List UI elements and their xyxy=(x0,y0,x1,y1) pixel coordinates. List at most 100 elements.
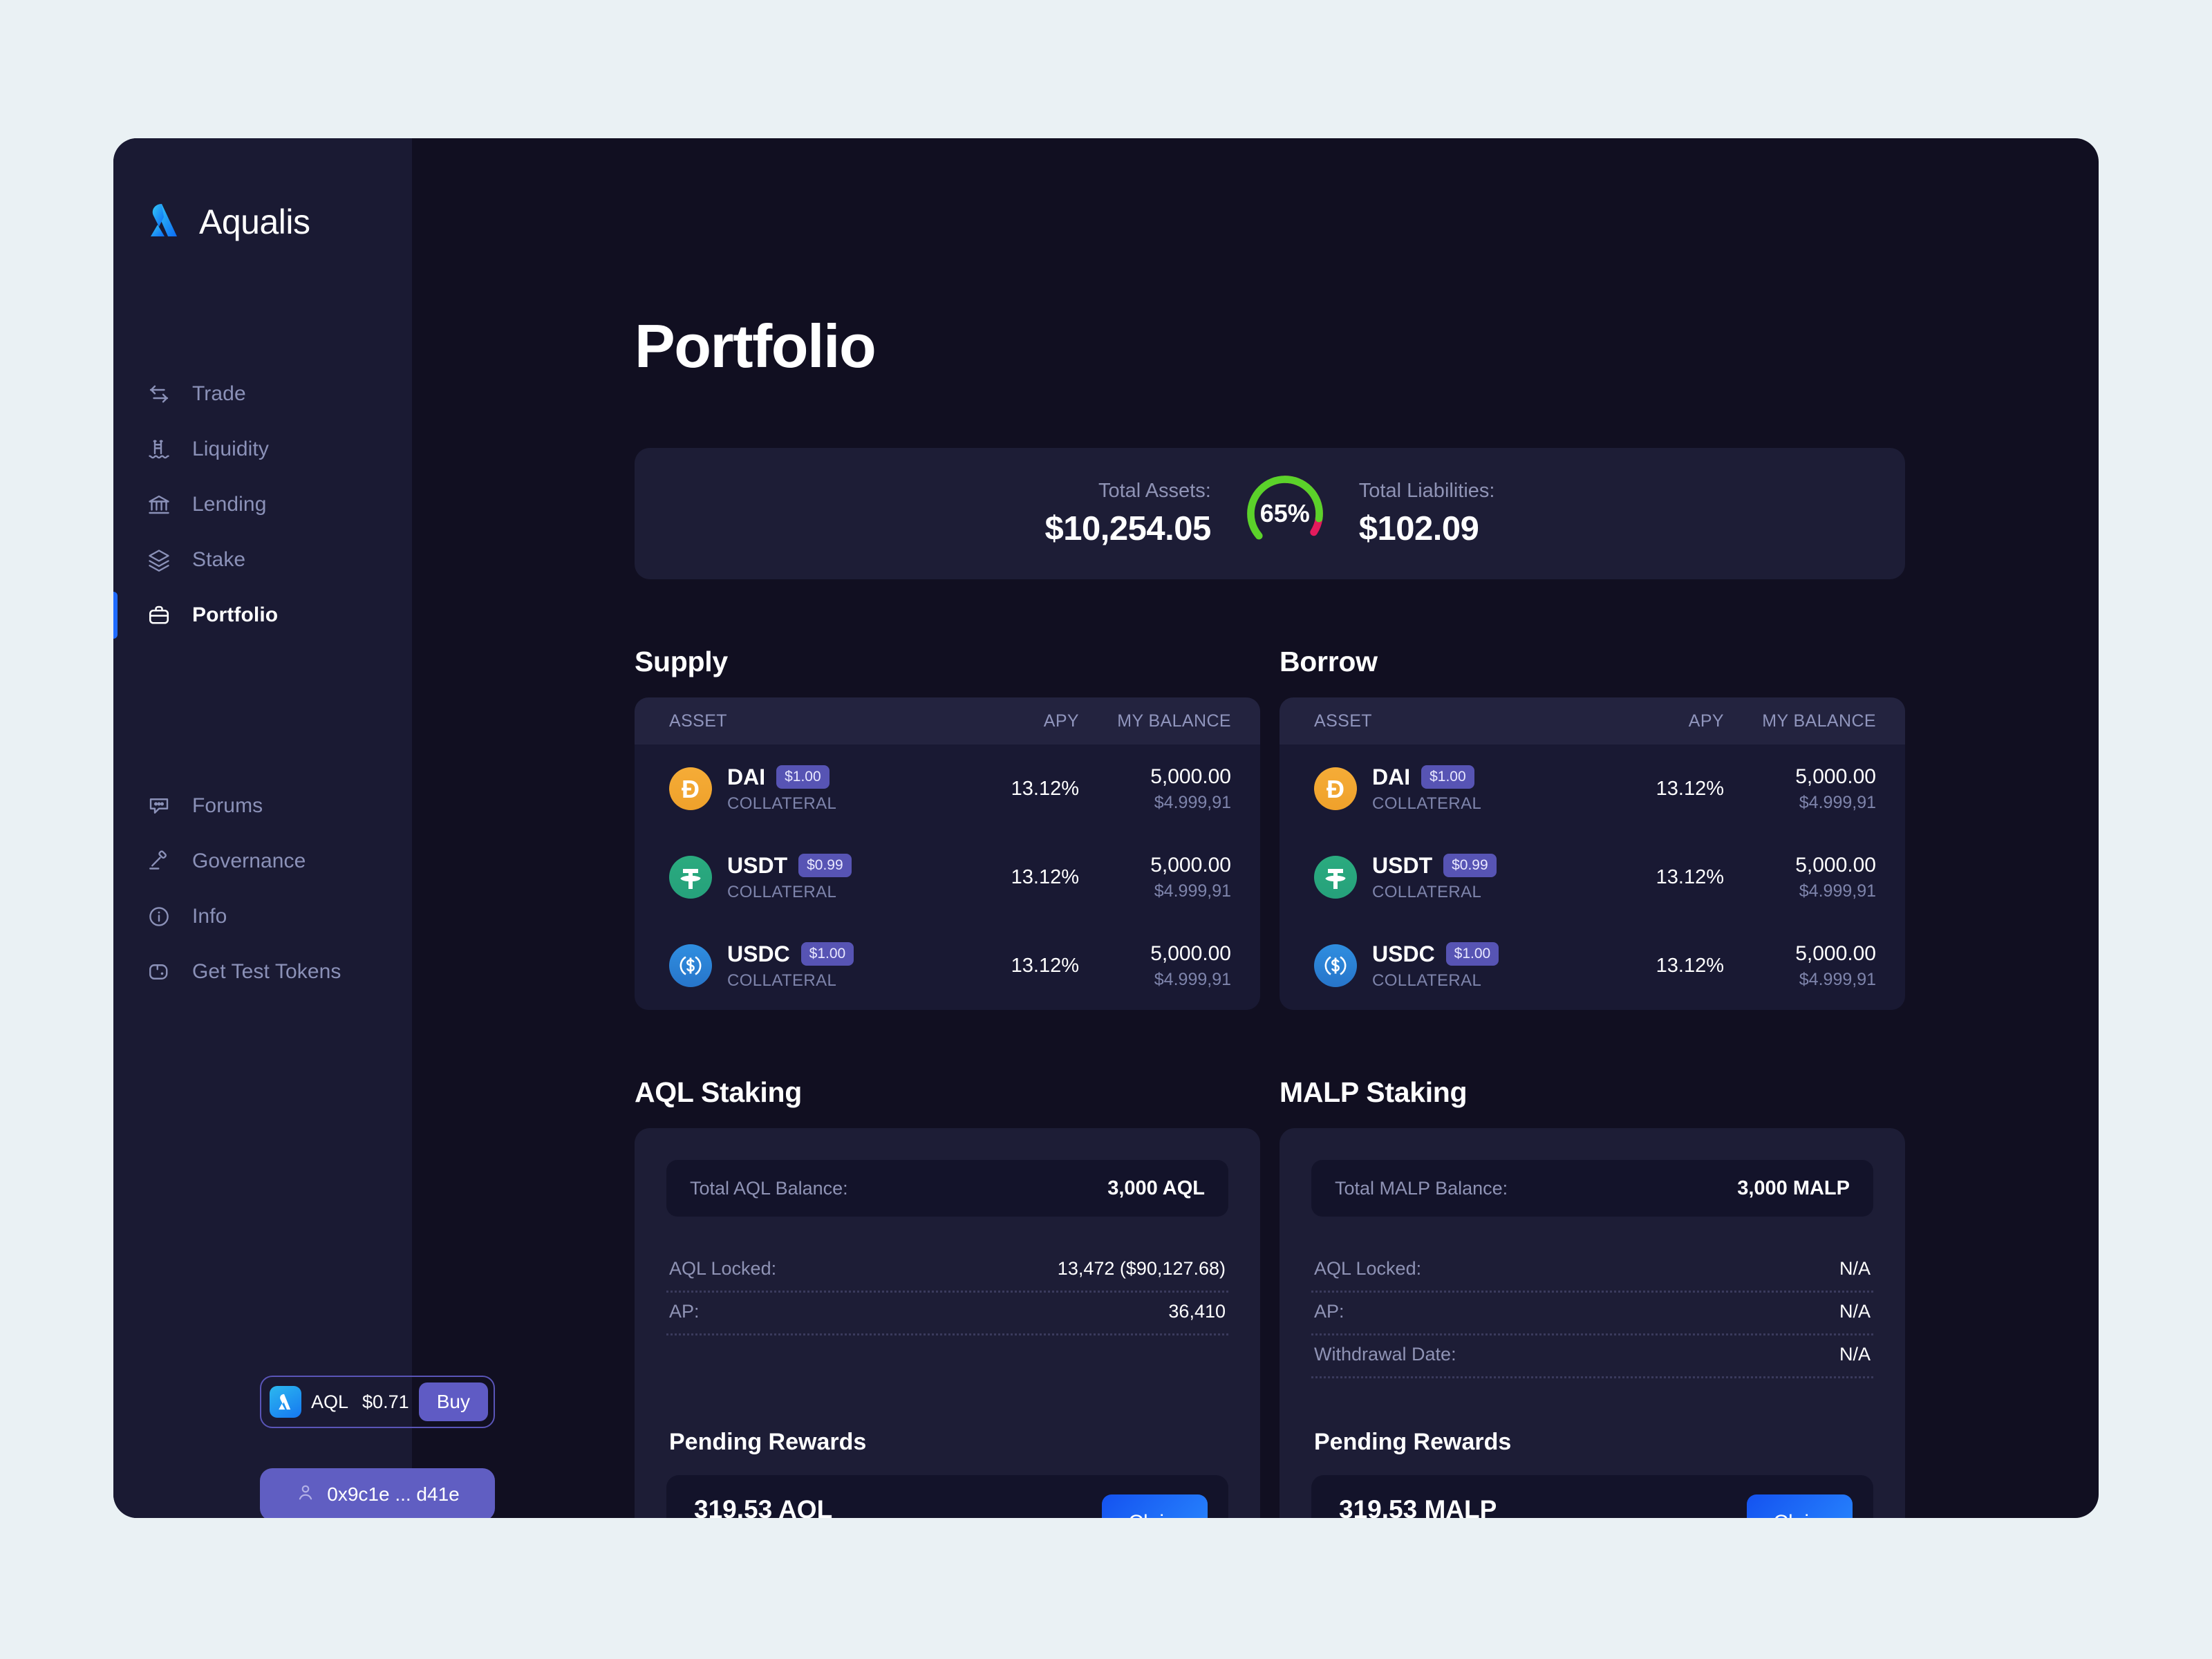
aql-claim-button[interactable]: Claim xyxy=(1102,1494,1208,1518)
total-assets-value: $10,254.05 xyxy=(1044,509,1212,547)
total-liabilities-block: Total Liabilities: $102.09 xyxy=(1359,480,1495,548)
asset-price-chip: $1.00 xyxy=(1421,765,1474,789)
malp-balance-value: 3,000 MALP xyxy=(1737,1177,1850,1199)
sidebar-item-lending[interactable]: Lending xyxy=(113,477,412,532)
sidebar-item-trade[interactable]: Trade xyxy=(113,366,412,422)
malp-reward-box: 319.53 MALP $1,000.25 Claim xyxy=(1311,1475,1873,1518)
sidebar-item-forums[interactable]: Forums xyxy=(113,778,412,834)
aql-reward-amount: 319.53 AQL xyxy=(694,1494,833,1519)
column-header-balance: MY BALANCE xyxy=(1117,711,1231,731)
asset-balance-usd: $4.999,91 xyxy=(1154,969,1231,989)
asset-balance-usd: $4.999,91 xyxy=(1799,881,1876,901)
sidebar-item-portfolio[interactable]: Portfolio xyxy=(113,588,412,643)
sidebar-item-info[interactable]: Info xyxy=(113,889,412,944)
row-value: 13,472 ($90,127.68) xyxy=(1057,1258,1226,1279)
sidebar-item-stake[interactable]: Stake xyxy=(113,532,412,588)
table-row[interactable]: Ð DAI $1.00 COLLATERAL 13.12% 5,000.00 $… xyxy=(635,744,1260,833)
svg-text:Ð: Ð xyxy=(682,775,700,803)
borrow-table: ASSET APY MY BALANCE Ð DAI $1.00 COLLATE… xyxy=(1280,697,1905,1010)
borrow-column: Borrow ASSET APY MY BALANCE Ð DAI $1.00 … xyxy=(1280,646,1905,1010)
sidebar-item-governance[interactable]: Governance xyxy=(113,834,412,889)
total-liabilities-label: Total Liabilities: xyxy=(1358,479,1495,502)
brand-logo[interactable]: Aqualis xyxy=(113,138,412,242)
asset-balance-cell: 5,000.00 $4.999,91 xyxy=(1724,854,1876,901)
chat-bubble-icon xyxy=(145,792,173,820)
sidebar-item-label: Governance xyxy=(192,850,306,872)
faucet-icon xyxy=(145,958,173,986)
sidebar-item-liquidity[interactable]: Liquidity xyxy=(113,422,412,477)
malp-ap-row: AP: N/A xyxy=(1311,1293,1873,1335)
primary-nav: Trade Liquidity Lending Stake Portfolio xyxy=(113,366,412,643)
malp-reward-amount: 319.53 MALP xyxy=(1339,1494,1497,1519)
dai-coin-icon: Ð xyxy=(669,767,712,810)
aql-staking-card: Total AQL Balance: 3,000 AQL AQL Locked:… xyxy=(635,1128,1260,1518)
asset-cell: Ð DAI $1.00 COLLATERAL xyxy=(1314,765,1586,814)
malp-claim-button[interactable]: Claim xyxy=(1747,1494,1853,1518)
asset-apy: 13.12% xyxy=(1656,865,1724,888)
row-label: AP: xyxy=(1314,1301,1344,1322)
row-value: N/A xyxy=(1839,1301,1871,1322)
column-header-balance: MY BALANCE xyxy=(1762,711,1876,731)
table-row[interactable]: USDT $0.99 COLLATERAL 13.12% 5,000.00 $4… xyxy=(1280,833,1905,921)
asset-price-chip: $1.00 xyxy=(776,765,830,789)
user-icon xyxy=(295,1482,316,1508)
aql-balance-value: 3,000 AQL xyxy=(1107,1177,1205,1199)
aql-locked-row: AQL Locked: 13,472 ($90,127.68) xyxy=(666,1250,1228,1293)
asset-balance-usd: $4.999,91 xyxy=(1799,969,1876,989)
sidebar-item-get-test-tokens[interactable]: Get Test Tokens xyxy=(113,944,412,1000)
asset-cell: USDT $0.99 COLLATERAL xyxy=(1314,853,1586,902)
asset-balance-cell: 5,000.00 $4.999,91 xyxy=(1079,765,1231,813)
asset-balance-cell: 5,000.00 $4.999,91 xyxy=(1724,942,1876,990)
malp-balance-label: Total MALP Balance: xyxy=(1335,1177,1508,1199)
malp-staking-column: MALP Staking Total MALP Balance: 3,000 M… xyxy=(1280,1076,1905,1518)
usdt-coin-icon xyxy=(669,856,712,899)
asset-cell: Ð DAI $1.00 COLLATERAL xyxy=(669,765,941,814)
aql-reward-box: 319.53 AQL $1,000.25 Claim xyxy=(666,1475,1228,1518)
asset-apy: 13.12% xyxy=(1011,777,1079,800)
sidebar-item-label: Info xyxy=(192,905,227,928)
asset-tag: COLLATERAL xyxy=(727,794,837,813)
aql-token-icon xyxy=(270,1386,301,1418)
row-value: N/A xyxy=(1839,1258,1871,1279)
aql-ap-row: AP: 36,410 xyxy=(666,1293,1228,1335)
sidebar-item-label: Forums xyxy=(192,794,263,817)
column-header-asset: ASSET xyxy=(1314,711,1372,731)
asset-tag: COLLATERAL xyxy=(1372,971,1482,990)
svg-text:Ð: Ð xyxy=(1327,775,1344,803)
row-label: Withdrawal Date: xyxy=(1314,1344,1456,1365)
column-header-asset: ASSET xyxy=(669,711,727,731)
asset-tag: COLLATERAL xyxy=(727,971,837,990)
total-liabilities-value: $102.09 xyxy=(1358,509,1479,547)
asset-apy: 13.12% xyxy=(1011,865,1079,888)
asset-balance: 5,000.00 xyxy=(1795,941,1876,965)
malp-balance-bar: Total MALP Balance: 3,000 MALP xyxy=(1311,1160,1873,1217)
asset-balance: 5,000.00 xyxy=(1795,853,1876,877)
row-value: N/A xyxy=(1839,1344,1871,1365)
table-row[interactable]: USDC $1.00 COLLATERAL 13.12% 5,000.00 $4… xyxy=(635,921,1260,1010)
asset-symbol: USDT xyxy=(1372,852,1433,878)
column-header-apy: APY xyxy=(1688,711,1724,731)
table-header: ASSET APY MY BALANCE xyxy=(1280,697,1905,744)
column-header-apy: APY xyxy=(1043,711,1079,731)
sidebar-item-label: Trade xyxy=(192,382,246,405)
sidebar-item-label: Get Test Tokens xyxy=(192,960,341,983)
secondary-nav: Forums Governance Info Get Test Tokens xyxy=(113,778,412,1000)
malp-withdrawal-date-row: Withdrawal Date: N/A xyxy=(1311,1335,1873,1378)
aql-balance-bar: Total AQL Balance: 3,000 AQL xyxy=(666,1160,1228,1217)
asset-symbol: USDC xyxy=(1372,941,1435,966)
main-content: Portfolio Total Assets: $10,254.05 65% T… xyxy=(412,138,2099,1518)
table-row[interactable]: USDT $0.99 COLLATERAL 13.12% 5,000.00 $4… xyxy=(635,833,1260,921)
row-label: AP: xyxy=(669,1301,700,1322)
swap-arrows-icon xyxy=(145,380,173,408)
table-row[interactable]: USDC $1.00 COLLATERAL 13.12% 5,000.00 $4… xyxy=(1280,921,1905,1010)
malp-locked-row: AQL Locked: N/A xyxy=(1311,1250,1873,1293)
asset-apy: 13.12% xyxy=(1656,954,1724,977)
briefcase-icon xyxy=(145,601,173,629)
asset-symbol: USDT xyxy=(727,852,788,878)
token-price: $0.71 xyxy=(362,1391,409,1412)
table-row[interactable]: Ð DAI $1.00 COLLATERAL 13.12% 5,000.00 $… xyxy=(1280,744,1905,833)
gavel-icon xyxy=(145,847,173,875)
asset-symbol: DAI xyxy=(727,764,766,789)
asset-tag: COLLATERAL xyxy=(727,882,837,901)
borrow-title: Borrow xyxy=(1280,646,1378,677)
